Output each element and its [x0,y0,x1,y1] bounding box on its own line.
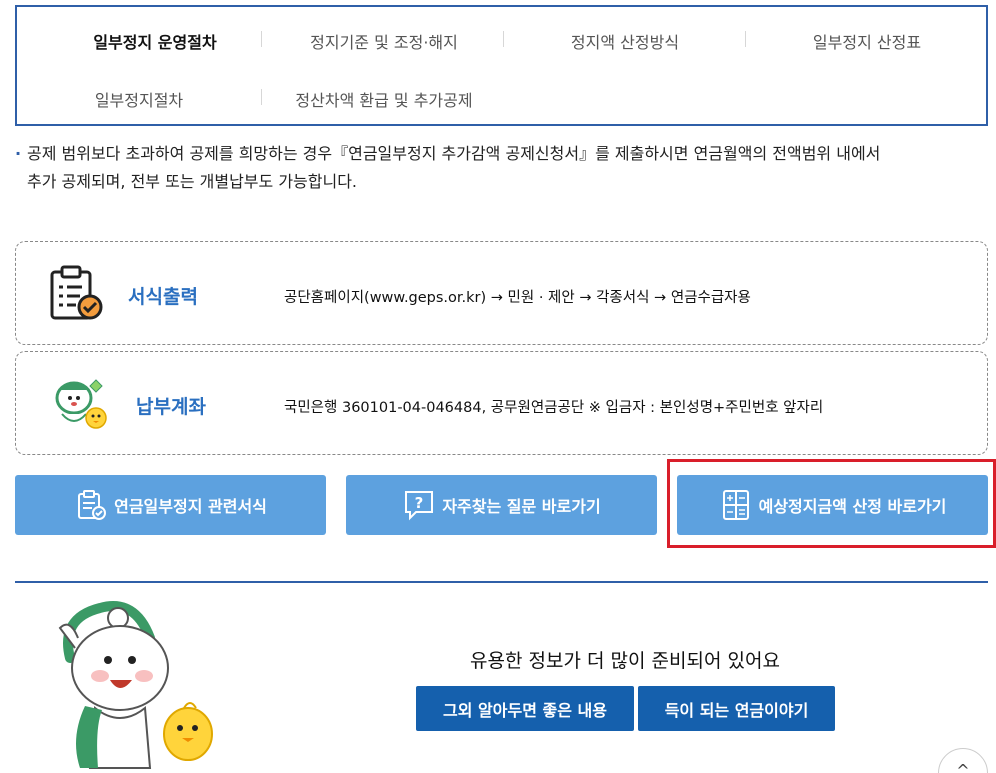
pension-story-button[interactable]: 득이 되는 연금이야기 [638,686,835,731]
faq-label: 자주찾는 질문 바로가기 [442,497,601,516]
info-text-payment-account: 국민은행 360101-04-046484, 공무원연금공단 ※ 입금자 : 본… [284,400,824,416]
tab-separator [261,31,262,47]
tab-stop-criteria[interactable]: 정지기준 및 조정·해지 [279,29,489,53]
notice-line-2: 추가 공제되며, 전부 또는 개별납부도 가능합니다. [27,172,358,191]
info-title-payment-account: 납부계좌 [136,396,206,418]
scroll-top-button[interactable]: ^ [938,748,988,773]
related-forms-label: 연금일부정지 관련서식 [114,497,267,516]
more-info-button[interactable]: 그외 알아두면 좋은 내용 [416,686,634,731]
document-check-icon [50,265,103,320]
mascot-icon [55,379,107,429]
chevron-up-icon: ^ [956,761,970,773]
bottom-message: 유용한 정보가 더 많이 준비되어 있어요 [470,650,780,672]
tab-stop-procedure[interactable]: 일부정지절차 [39,87,239,111]
tab-separator [503,31,504,47]
notice-text: · 공제 범위보다 초과하여 공제를 희망하는 경우『연금일부정지 추가감액 공… [15,140,975,196]
highlight-annotation [667,459,996,548]
notice-line-1: 공제 범위보다 초과하여 공제를 희망하는 경우『연금일부정지 추가감액 공제신… [27,144,881,163]
info-text-form-print: 공단홈페이지(www.geps.or.kr) → 민원 · 제안 → 각종서식 … [284,290,751,306]
info-title-form-print: 서식출력 [128,286,198,308]
form-document-icon [78,490,107,520]
info-box-form-print: 서식출력 공단홈페이지(www.geps.or.kr) → 민원 · 제안 → … [15,241,988,345]
svg-text:?: ? [415,494,424,512]
related-forms-button[interactable]: 연금일부정지 관련서식 [15,475,326,535]
tab-refund-deduction[interactable]: 정산차액 환급 및 추가공제 [279,87,489,111]
info-box-payment-account: 납부계좌 국민은행 360101-04-046484, 공무원연금공단 ※ 입금… [15,351,988,455]
tab-navigation: 일부정지 운영절차 정지기준 및 조정·해지 정지액 산정방식 일부정지 산정표… [15,5,988,126]
tab-calculation-table[interactable]: 일부정지 산정표 [767,29,967,53]
tab-calculation-method[interactable]: 정지액 산정방식 [525,29,725,53]
question-bubble-icon: ? [405,491,434,521]
tab-separator [261,89,262,105]
tab-operation-procedure[interactable]: 일부정지 운영절차 [55,29,255,53]
faq-button[interactable]: ? 자주찾는 질문 바로가기 [346,475,657,535]
mascot-illustration [58,601,213,769]
tab-separator [745,31,746,47]
section-divider [15,581,988,583]
bullet-icon: · [15,144,22,163]
